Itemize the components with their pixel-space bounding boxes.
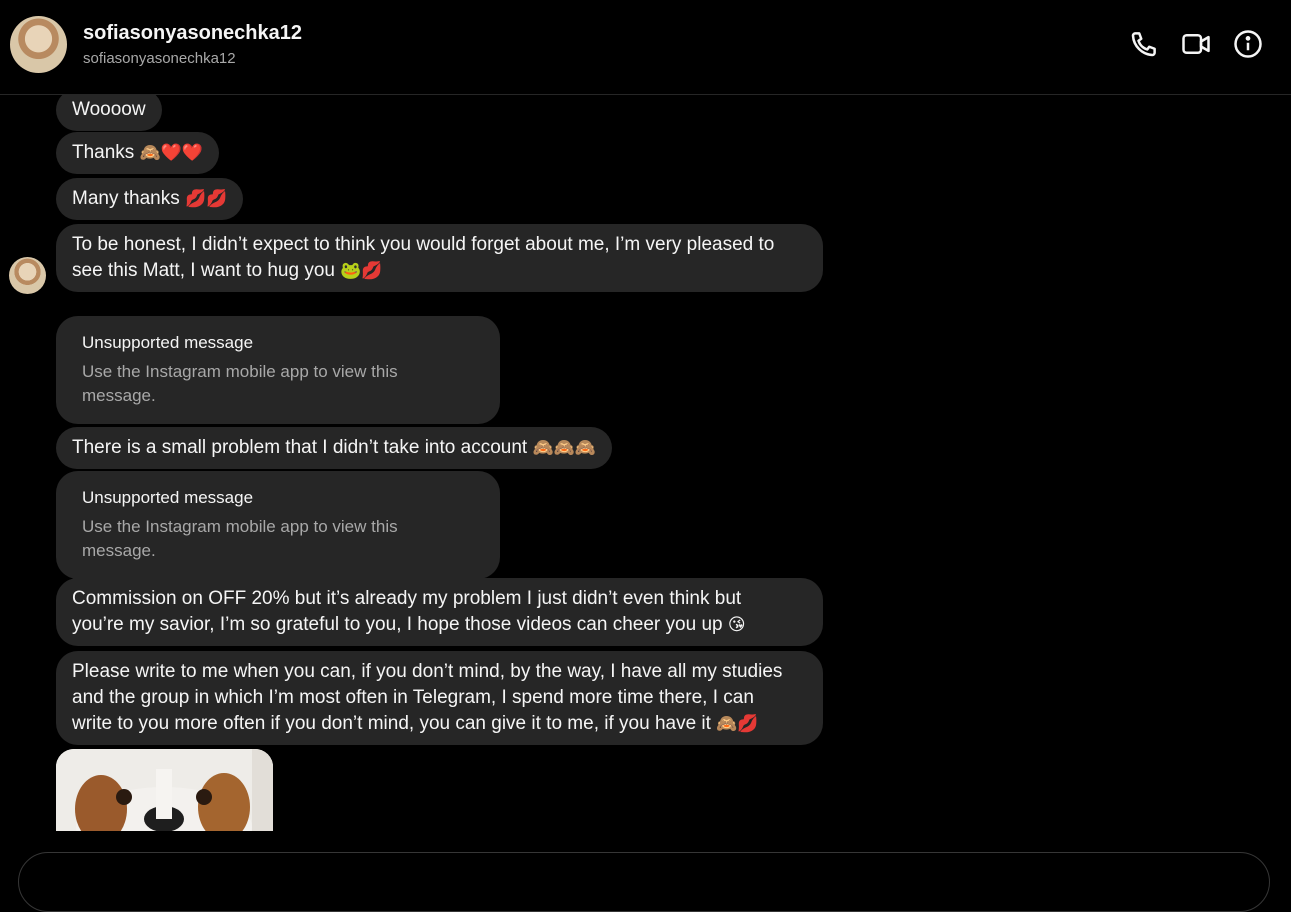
unsupported-title: Unsupported message <box>82 333 254 352</box>
dog-photo-icon <box>56 749 273 831</box>
message-bubble[interactable]: To be honest, I didn’t expect to think y… <box>56 224 823 292</box>
info-icon <box>1234 30 1262 58</box>
message-text: There is a small problem that I didn’t t… <box>72 437 533 458</box>
message-text: Woooow <box>72 99 146 120</box>
unsupported-title: Unsupported message <box>82 488 254 507</box>
video-call-button[interactable] <box>1180 28 1212 60</box>
chat-header: sofiasonyasonechka12 sofiasonyasonechka1… <box>0 0 1291 95</box>
message-bubble[interactable]: There is a small problem that I didn’t t… <box>56 427 612 469</box>
message-text: you’re my savior, I’m so grateful to you… <box>72 614 728 635</box>
message-text: Please write to me when you can, if you … <box>72 661 783 682</box>
conversation-info-button[interactable] <box>1232 28 1264 60</box>
message-text: Commission on OFF 20% but it’s already m… <box>72 588 742 609</box>
unsupported-body: Use the Instagram mobile app to view thi… <box>82 362 398 405</box>
message-emoji: 🐸💋 <box>340 261 383 281</box>
message-bubble[interactable]: Thanks 🙈❤️❤️ <box>56 132 220 174</box>
message-text: Many thanks <box>72 188 185 209</box>
phone-call-button[interactable] <box>1128 28 1160 60</box>
video-camera-icon <box>1182 34 1210 54</box>
message-bubble[interactable]: Commission on OFF 20% but it’s already m… <box>56 578 823 646</box>
message-emoji: 💋💋 <box>185 189 228 209</box>
message-emoji: 🙈🙈🙈 <box>532 438 596 458</box>
message-text: and the group in which I’m most often in… <box>72 687 754 708</box>
unsupported-message[interactable]: Unsupported message Use the Instagram mo… <box>56 316 500 424</box>
unsupported-message[interactable]: Unsupported message Use the Instagram mo… <box>56 471 500 579</box>
message-bubble[interactable]: Many thanks 💋💋 <box>56 178 244 220</box>
message-emoji: 🙈❤️❤️ <box>139 143 204 163</box>
message-thread[interactable]: Woooow Thanks 🙈❤️❤️ Many thanks 💋💋 To be… <box>0 95 1291 831</box>
chat-handle: sofiasonyasonechka12 <box>83 50 236 67</box>
message-emoji: 🙈💋 <box>716 714 759 734</box>
chat-title[interactable]: sofiasonyasonechka12 <box>83 22 302 45</box>
unsupported-body: Use the Instagram mobile app to view thi… <box>82 517 398 560</box>
message-text: see this Matt, I want to hug you <box>72 260 341 281</box>
message-text: write to you more often if you don’t min… <box>72 713 717 734</box>
message-composer[interactable] <box>18 852 1270 912</box>
sender-avatar[interactable] <box>9 257 46 294</box>
message-text: To be honest, I didn’t expect to think y… <box>72 234 775 255</box>
message-text: Thanks <box>72 142 140 163</box>
message-bubble[interactable]: Please write to me when you can, if you … <box>56 651 823 745</box>
message-bubble[interactable]: Woooow <box>56 95 162 131</box>
image-message[interactable] <box>56 749 273 831</box>
profile-avatar[interactable] <box>10 16 67 73</box>
message-emoji: 😘 <box>727 615 746 635</box>
phone-icon <box>1131 32 1156 57</box>
